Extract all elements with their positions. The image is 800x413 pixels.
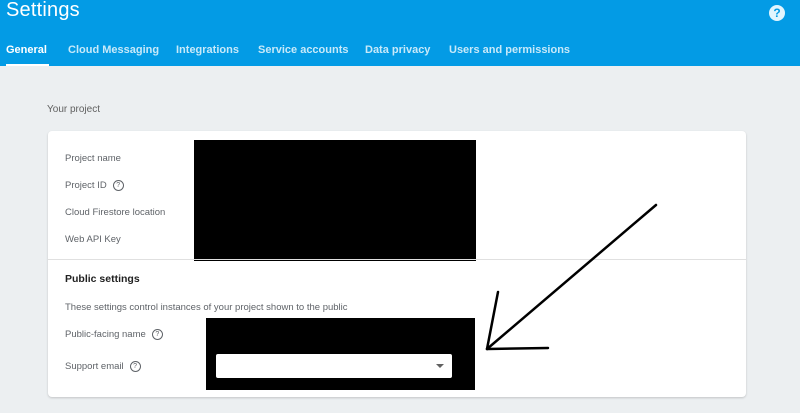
arrow-head-right: [485, 346, 550, 351]
arrow-shaft: [485, 203, 658, 351]
annotation-arrow: [485, 203, 658, 351]
